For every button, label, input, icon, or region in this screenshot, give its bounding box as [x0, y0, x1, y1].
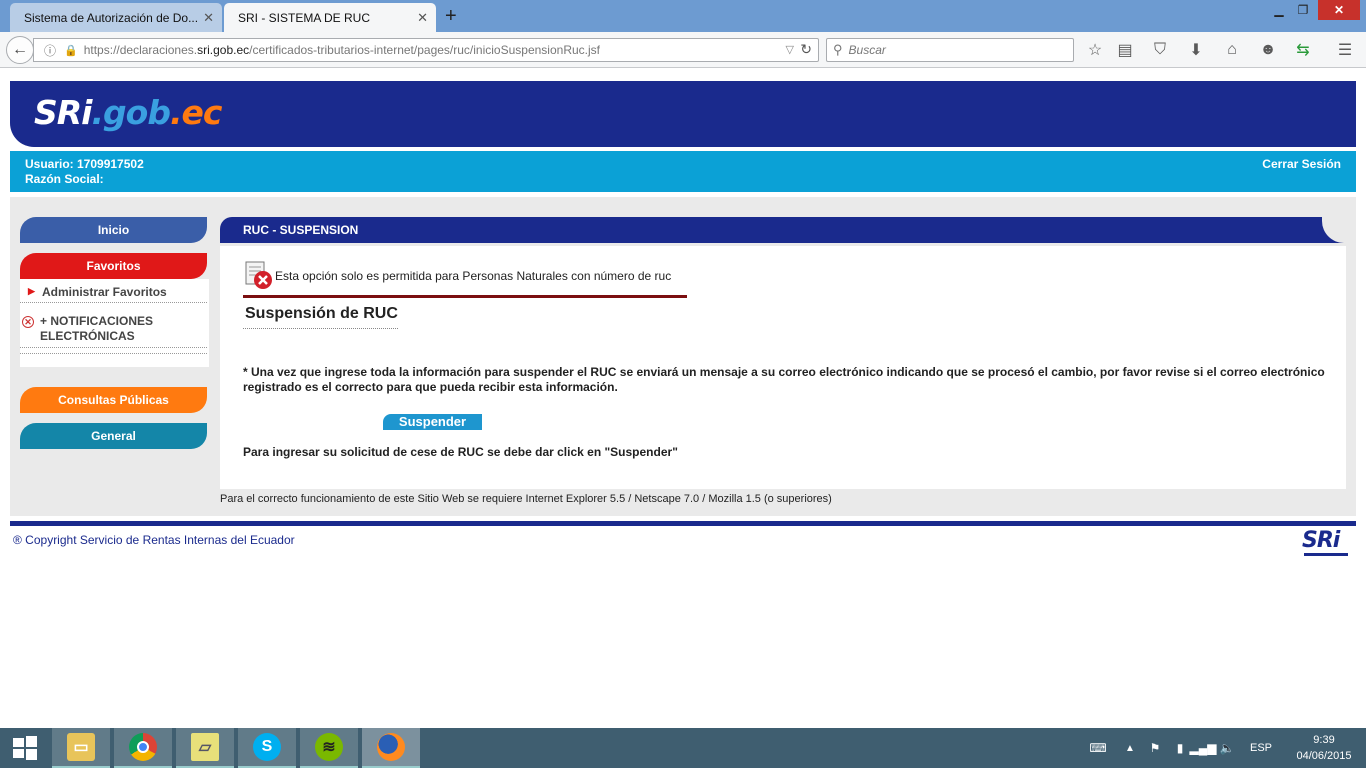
- logout-link[interactable]: Cerrar Sesión: [1262, 157, 1341, 171]
- browser-tab-bar: Sistema de Autorización de Do... ✕ SRI -…: [0, 0, 1366, 32]
- sidebar-item-label: Administrar Favoritos: [42, 285, 167, 299]
- menu-icon[interactable]: ☰: [1334, 40, 1356, 60]
- skype-icon: S: [253, 733, 281, 761]
- touch-keyboard-icon[interactable]: ⌨: [1082, 728, 1114, 768]
- footer-sri-logo: SRi: [1302, 528, 1340, 553]
- action-center-flag-icon[interactable]: ⚑: [1144, 728, 1166, 768]
- divider: [20, 353, 207, 354]
- tab-sri-ruc[interactable]: SRI - SISTEMA DE RUC ✕: [224, 3, 436, 32]
- arrow-right-icon: ▶: [28, 286, 35, 296]
- sidebar-favoritos[interactable]: Favoritos: [20, 253, 207, 279]
- tab-close-icon[interactable]: ✕: [417, 10, 428, 26]
- hello-icon[interactable]: ☻: [1257, 40, 1279, 60]
- search-placeholder: Buscar: [848, 43, 886, 57]
- logo-sri: SRi: [34, 93, 92, 132]
- windows-start-icon[interactable]: [0, 728, 50, 768]
- tab-close-icon[interactable]: ✕: [203, 10, 214, 26]
- chrome-icon: [129, 733, 157, 761]
- clock[interactable]: 9:39 04/06/2015: [1282, 732, 1366, 764]
- tab-label: Sistema de Autorización de Do...: [24, 10, 199, 25]
- taskbar-sticky-notes[interactable]: ▱: [176, 728, 234, 768]
- battery-icon[interactable]: ▮: [1172, 728, 1188, 768]
- user-id: Usuario: 1709917502: [25, 157, 144, 171]
- sticky-notes-icon: ▱: [191, 733, 219, 761]
- footer-divider: [10, 521, 1356, 526]
- taskbar-skype[interactable]: S: [238, 728, 296, 768]
- url-text: https://declaraciones.sri.gob.ec/certifi…: [84, 43, 600, 57]
- minimize-icon[interactable]: ▁: [1268, 0, 1290, 20]
- divider: [243, 328, 398, 329]
- chevron-up-icon[interactable]: ▲: [1122, 728, 1138, 768]
- back-arrow-icon[interactable]: ←: [6, 36, 34, 64]
- divider: [243, 295, 687, 298]
- clock-time: 9:39: [1313, 734, 1335, 746]
- browser-requirements: Para el correcto funcionamiento de este …: [220, 493, 832, 505]
- section-title: Suspensión de RUC: [245, 305, 398, 322]
- logo-gob: .gob: [91, 93, 171, 132]
- url-domain: sri.gob.ec: [197, 43, 250, 57]
- cese-instructions: Para ingresar su solicitud de cese de RU…: [243, 445, 678, 459]
- suspend-button[interactable]: Suspender: [383, 414, 482, 430]
- window-close-icon[interactable]: ✕: [1318, 0, 1360, 20]
- sidebar-item-label-2: ELECTRÓNICAS: [40, 329, 135, 343]
- url-bar[interactable]: ⓘ 🔒 https://declaraciones.sri.gob.ec/cer…: [33, 38, 819, 62]
- panel-title: RUC - SUSPENSION: [220, 217, 1346, 243]
- user-bar: Usuario: 1709917502 Razón Social: Cerrar…: [10, 151, 1356, 192]
- document-error-icon: [245, 261, 272, 289]
- home-icon[interactable]: ⌂: [1221, 40, 1243, 60]
- razon-social: Razón Social:: [25, 172, 104, 186]
- copyright: ® Copyright Servicio de Rentas Internas …: [13, 533, 295, 547]
- sri-logo[interactable]: SRi.gob.ec: [34, 93, 222, 132]
- warning-message: Esta opción solo es permitida para Perso…: [275, 269, 672, 283]
- info-text: * Una vez que ingrese toda la informació…: [243, 365, 1325, 394]
- close-circle-icon: ✕: [22, 316, 34, 328]
- reading-list-icon[interactable]: ▤: [1114, 40, 1136, 60]
- clock-date: 04/06/2015: [1296, 750, 1352, 762]
- url-path: /certificados-tributarios-internet/pages…: [249, 43, 600, 57]
- firefox-icon: [377, 733, 405, 761]
- language-indicator[interactable]: ESP: [1246, 728, 1276, 768]
- search-icon: ⚲: [833, 42, 843, 57]
- lock-icon: 🔒: [64, 44, 78, 57]
- taskbar: ▭ ▱ S ≋ ⌨ ▲ ⚑ ▮ ▂▄▆ 🔈 ESP 9:39 04/06/201…: [0, 728, 1366, 768]
- new-tab-icon[interactable]: +: [445, 5, 457, 28]
- site-header: SRi.gob.ec: [10, 81, 1356, 147]
- site-info-icon[interactable]: ⓘ: [44, 42, 56, 59]
- taskbar-firefox[interactable]: [362, 728, 420, 768]
- windows-logo-icon: [13, 736, 37, 760]
- maximize-icon[interactable]: ❐: [1292, 0, 1314, 20]
- sync-arrows-icon[interactable]: ⇆: [1292, 40, 1314, 60]
- tab-label: SRI - SISTEMA DE RUC: [238, 10, 371, 25]
- browser-nav-bar: ← ⓘ 🔒 https://declaraciones.sri.gob.ec/c…: [0, 32, 1366, 68]
- sidebar-item-label-1: + NOTIFICACIONES: [40, 314, 154, 328]
- sidebar-item-notificaciones[interactable]: ✕ + NOTIFICACIONES ELECTRÓNICAS: [20, 314, 207, 348]
- pocket-icon[interactable]: ⛉: [1149, 40, 1171, 60]
- taskbar-file-explorer[interactable]: ▭: [52, 728, 110, 768]
- spotify-icon: ≋: [315, 733, 343, 761]
- taskbar-spotify[interactable]: ≋: [300, 728, 358, 768]
- volume-icon[interactable]: 🔈: [1218, 728, 1236, 768]
- logo-ec: .ec: [169, 93, 222, 132]
- sidebar-general[interactable]: General: [20, 423, 207, 449]
- sidebar-item-admin-favoritos[interactable]: ▶ Administrar Favoritos: [20, 285, 207, 303]
- network-signal-icon[interactable]: ▂▄▆: [1190, 728, 1217, 768]
- download-icon[interactable]: ⬇: [1185, 40, 1207, 60]
- url-prefix: https://declaraciones.: [83, 43, 198, 57]
- bookmark-star-icon[interactable]: ☆: [1084, 40, 1106, 60]
- tab-autorizacion[interactable]: Sistema de Autorización de Do... ✕: [10, 3, 222, 32]
- footer-logo-underline: [1304, 553, 1348, 556]
- reload-icon[interactable]: ↻: [800, 41, 812, 58]
- sidebar-inicio[interactable]: Inicio: [20, 217, 207, 243]
- file-explorer-icon: ▭: [67, 733, 95, 761]
- taskbar-chrome[interactable]: [114, 728, 172, 768]
- dropdown-arrow-icon[interactable]: ▽: [786, 43, 794, 56]
- sidebar-consultas-publicas[interactable]: Consultas Públicas: [20, 387, 207, 413]
- search-input[interactable]: ⚲ Buscar: [826, 38, 1074, 62]
